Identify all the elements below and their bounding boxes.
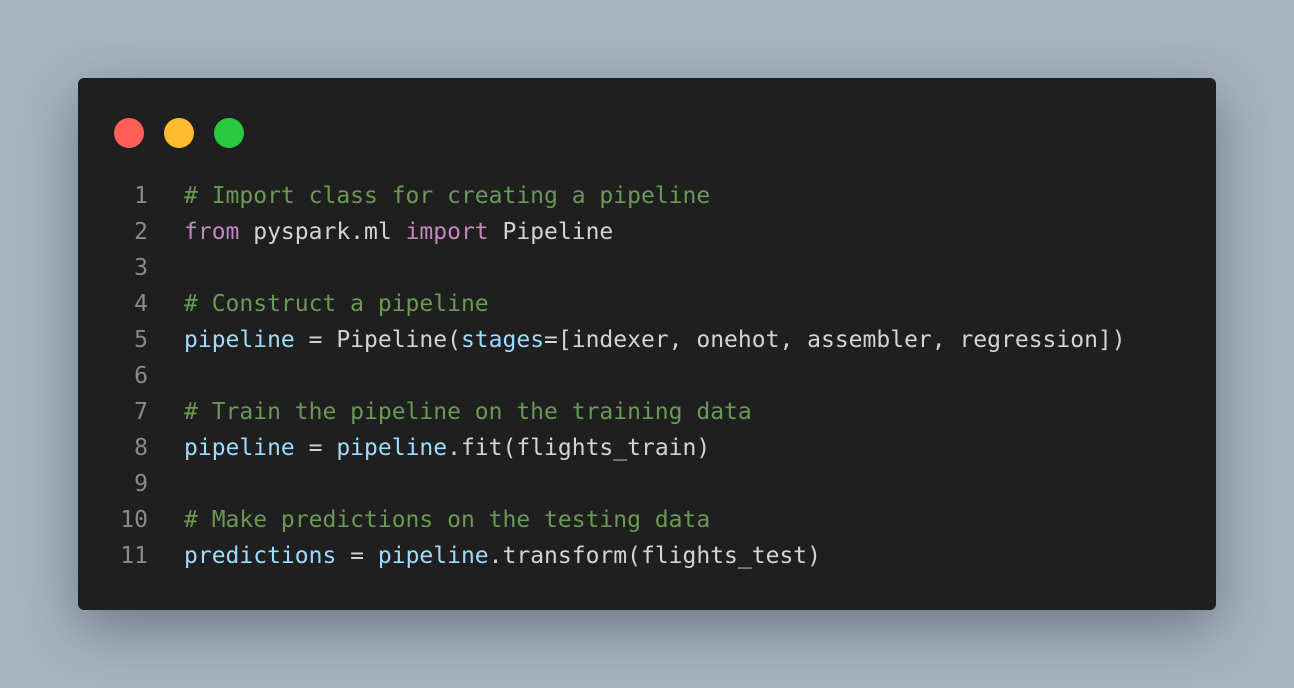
- code-line: 6: [78, 358, 1216, 394]
- code-line: 4 # Construct a pipeline: [78, 286, 1216, 322]
- comment-token: # Train the pipeline on the training dat…: [184, 399, 752, 425]
- line-number: 11: [120, 543, 148, 569]
- var-token: pipeline: [377, 543, 489, 569]
- line-number: 9: [134, 471, 148, 497]
- plain-token: .fit(flights_train): [447, 435, 711, 461]
- line-source: # Construct a pipeline: [184, 286, 489, 322]
- code-line: 10 # Make predictions on the testing data: [78, 502, 1216, 538]
- line-number: 10: [120, 507, 148, 533]
- plain-token: =: [336, 543, 378, 569]
- line-number: 5: [134, 327, 148, 353]
- code-line: 7 # Train the pipeline on the training da…: [78, 394, 1216, 430]
- line-number: 7: [134, 399, 148, 425]
- line-source: # Make predictions on the testing data: [184, 502, 710, 538]
- code-line: 3: [78, 250, 1216, 286]
- var-token: pipeline: [336, 435, 448, 461]
- code-line: 8 pipeline = pipeline.fit(flights_train): [78, 430, 1216, 466]
- plain-token: = Pipeline(: [294, 327, 461, 353]
- code-line: 9: [78, 466, 1216, 502]
- line-source: pipeline = pipeline.fit(flights_train): [184, 430, 710, 466]
- line-number: 3: [134, 255, 148, 281]
- line-number: 1: [134, 183, 148, 209]
- zoom-button[interactable]: [214, 118, 244, 148]
- minimize-button[interactable]: [164, 118, 194, 148]
- line-number: 6: [134, 363, 148, 389]
- line-number: 4: [134, 291, 148, 317]
- var-token: pipeline: [184, 435, 295, 461]
- plain-token: =[indexer, onehot, assembler, regression…: [544, 327, 1126, 353]
- var-token: predictions: [184, 543, 337, 569]
- keyword-token: import: [405, 219, 489, 245]
- keyword-token: from: [184, 219, 240, 245]
- code-line: 5 pipeline = Pipeline(stages=[indexer, on…: [78, 322, 1216, 358]
- plain-token: .transform(flights_test): [488, 543, 821, 569]
- line-source: # Import class for creating a pipeline: [184, 178, 710, 214]
- line-number: 8: [134, 435, 148, 461]
- line-source: from pyspark.ml import Pipeline: [184, 214, 613, 250]
- line-source: # Train the pipeline on the training dat…: [184, 394, 752, 430]
- comment-token: # Make predictions on the testing data: [184, 507, 711, 533]
- comment-token: # Import class for creating a pipeline: [184, 183, 711, 209]
- code-line: 1 # Import class for creating a pipeline: [78, 178, 1216, 214]
- line-source: pipeline = Pipeline(stages=[indexer, one…: [184, 322, 1126, 358]
- var-token: pipeline: [184, 327, 295, 353]
- var-token: stages: [460, 327, 545, 353]
- code-block: 1 # Import class for creating a pipeline 2…: [78, 178, 1216, 574]
- line-number: 2: [134, 219, 148, 245]
- plain-token: Pipeline: [488, 219, 614, 245]
- plain-token: =: [294, 435, 337, 461]
- line-source: predictions = pipeline.transform(flights…: [184, 538, 821, 574]
- comment-token: # Construct a pipeline: [184, 291, 489, 317]
- close-button[interactable]: [114, 118, 144, 148]
- code-line: 2 from pyspark.ml import Pipeline: [78, 214, 1216, 250]
- code-line: 11 predictions = pipeline.transform(fligh…: [78, 538, 1216, 574]
- plain-token: pyspark.ml: [239, 219, 406, 245]
- code-window: 1 # Import class for creating a pipeline 2…: [78, 78, 1216, 610]
